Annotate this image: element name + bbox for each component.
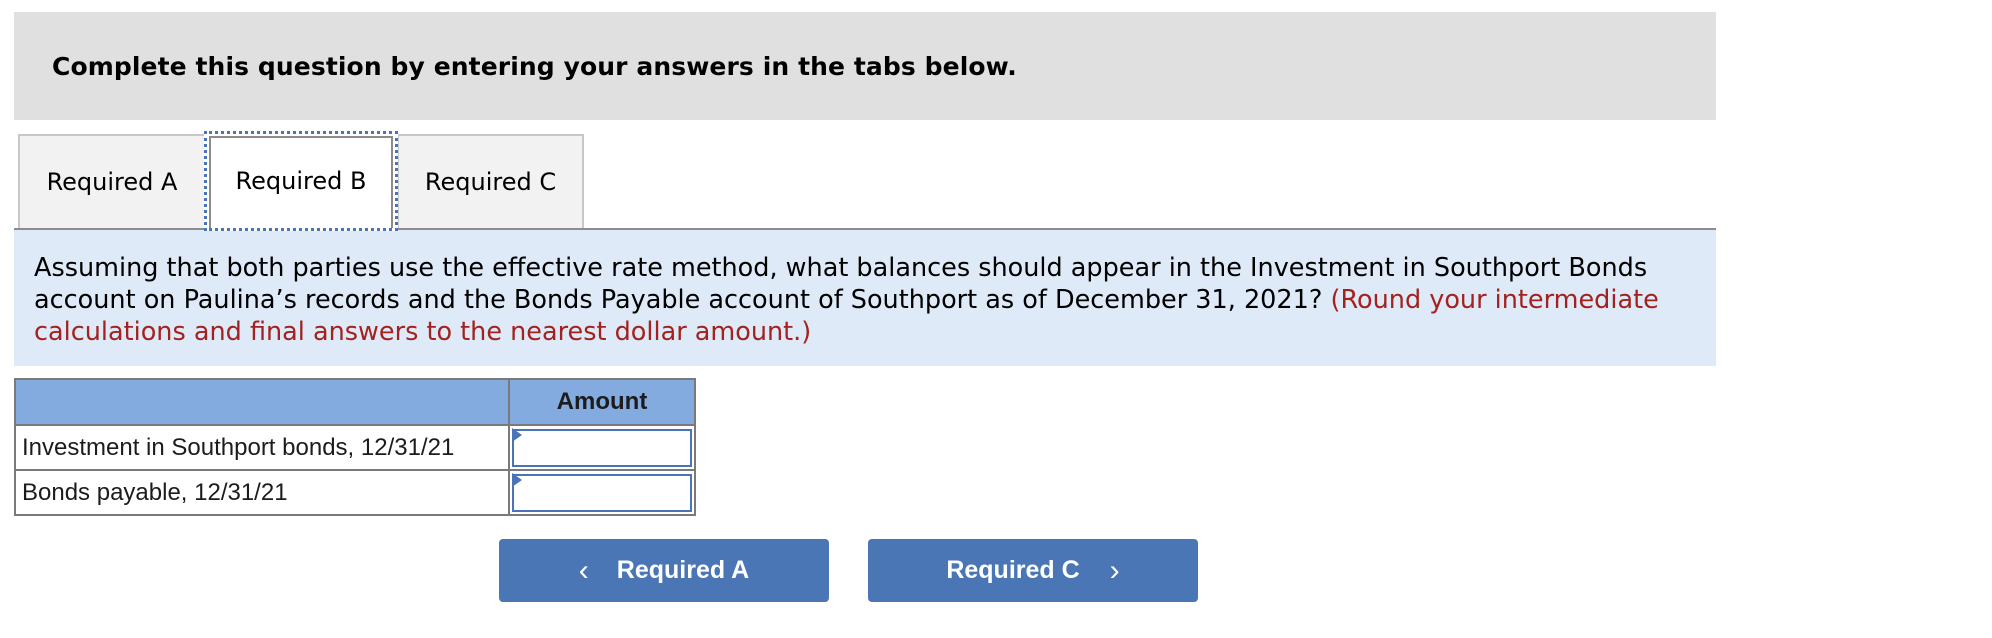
instruction-bar: Complete this question by entering your … bbox=[14, 12, 1716, 120]
table-row: Bonds payable, 12/31/21 bbox=[14, 469, 696, 516]
investment-amount-input[interactable] bbox=[512, 428, 692, 467]
row-label-bonds-payable: Bonds payable, 12/31/21 bbox=[14, 469, 510, 516]
question-text: Assuming that both parties use the effec… bbox=[34, 252, 1704, 348]
question-panel: Assuming that both parties use the effec… bbox=[14, 228, 1716, 366]
column-header-amount: Amount bbox=[508, 378, 696, 426]
tab-label: Required B bbox=[235, 167, 367, 195]
next-button-label: Required C bbox=[946, 556, 1080, 584]
tab-required-a[interactable]: Required A bbox=[18, 134, 206, 228]
table-row: Investment in Southport bonds, 12/31/21 bbox=[14, 424, 696, 471]
table-header-row: Amount bbox=[14, 378, 696, 426]
chevron-left-icon: ‹ bbox=[578, 553, 589, 587]
tab-required-b[interactable]: Required B bbox=[204, 131, 398, 231]
amount-cell bbox=[508, 469, 696, 516]
next-required-c-button[interactable]: Required C › bbox=[868, 539, 1198, 602]
prev-required-a-button[interactable]: ‹ Required A bbox=[499, 539, 829, 602]
chevron-right-icon: › bbox=[1109, 553, 1120, 587]
tab-label: Required A bbox=[46, 168, 178, 196]
column-header-label bbox=[14, 378, 510, 426]
answer-table: Amount Investment in Southport bonds, 12… bbox=[14, 378, 696, 516]
tab-label: Required C bbox=[424, 168, 557, 196]
row-label-investment: Investment in Southport bonds, 12/31/21 bbox=[14, 424, 510, 471]
instruction-text: Complete this question by entering your … bbox=[52, 52, 1017, 81]
bonds-payable-amount-input[interactable] bbox=[512, 473, 692, 512]
prev-button-label: Required A bbox=[616, 556, 750, 584]
amount-cell bbox=[508, 424, 696, 471]
tab-required-c[interactable]: Required C bbox=[397, 134, 584, 228]
tab-bar: Required A Required C Required B bbox=[14, 131, 1716, 231]
